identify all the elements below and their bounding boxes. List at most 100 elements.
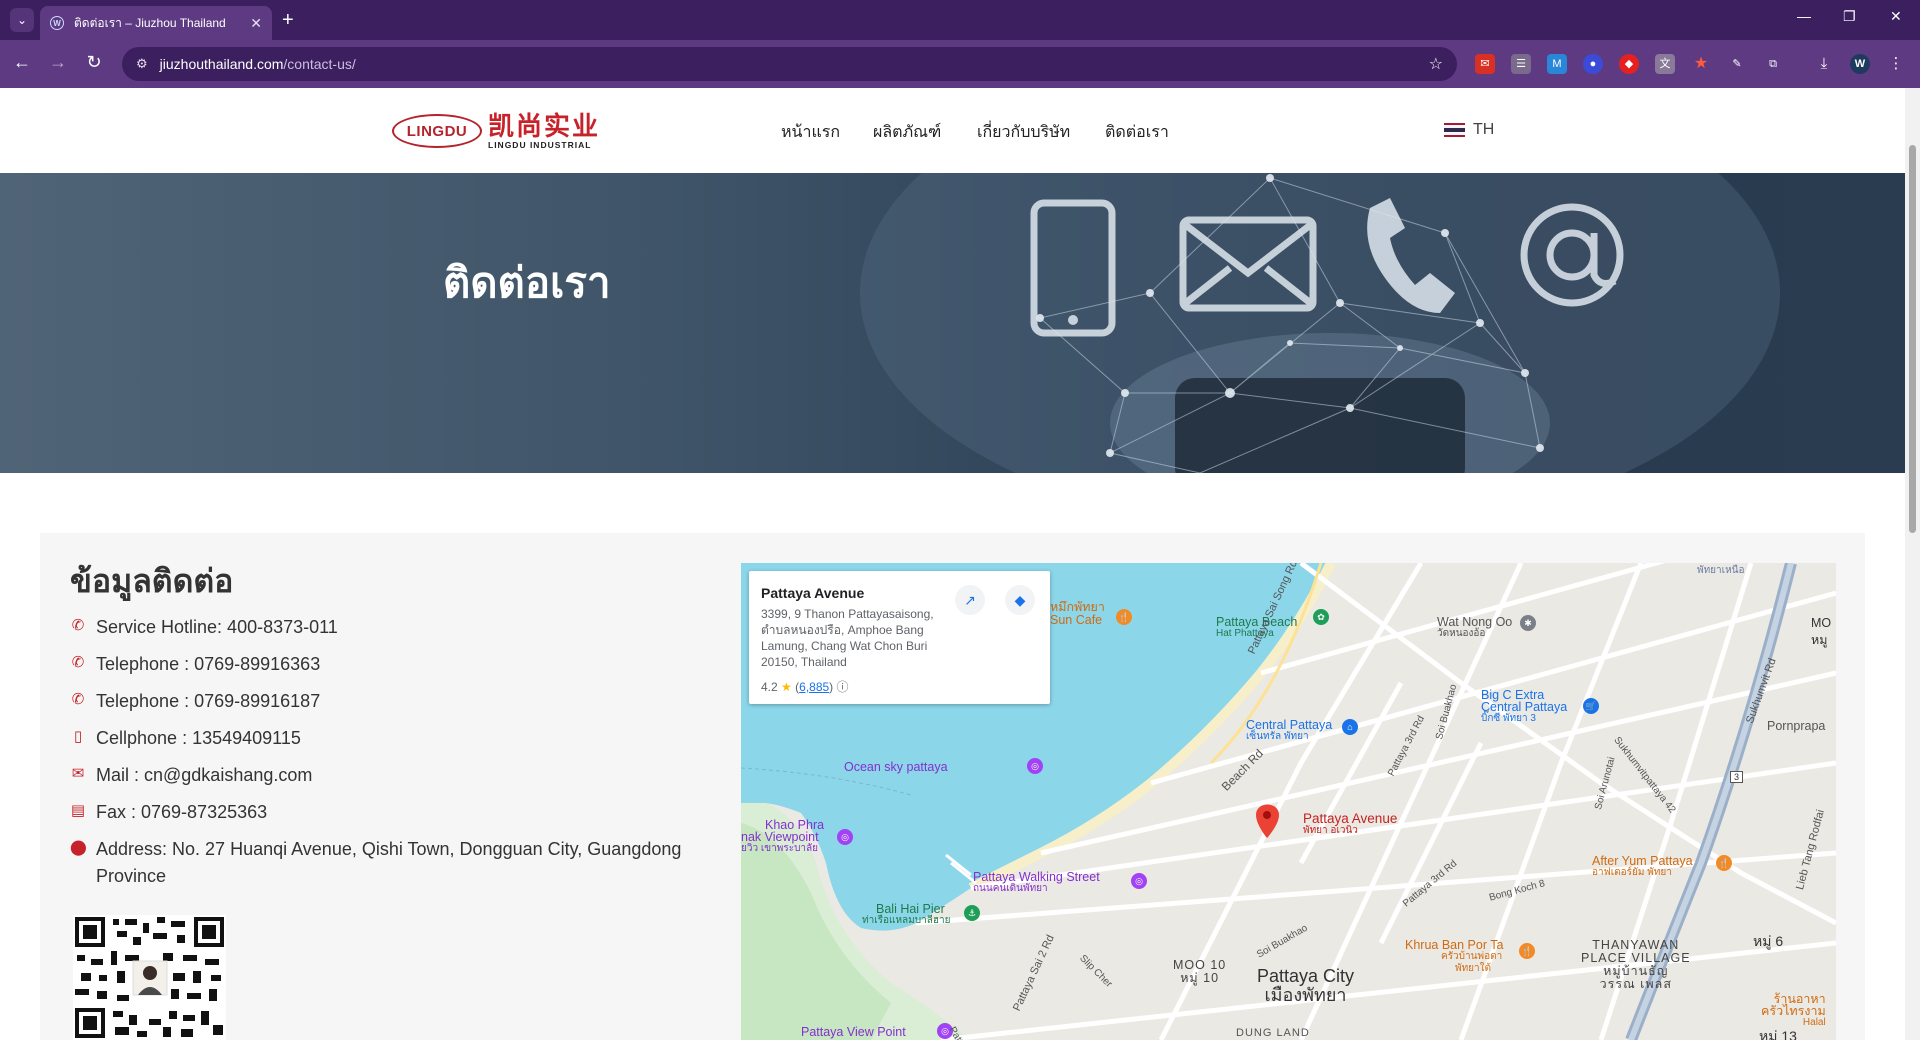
restaurant-poi-icon[interactable]: 🍴	[1116, 609, 1132, 625]
map-label-moo-10: MOO 10 หมู่ 10	[1173, 958, 1227, 985]
new-tab-icon[interactable]: +	[282, 8, 294, 32]
extension-pen-icon[interactable]: ✎	[1727, 54, 1747, 74]
map-label-central-pattaya[interactable]: Central Pattaya เซ็นทรัล พัทยา	[1246, 719, 1332, 743]
page-scrollbar-thumb[interactable]	[1909, 145, 1916, 533]
extension-mail-icon[interactable]: ✉	[1475, 54, 1495, 74]
mobile-icon: ▯	[73, 728, 83, 745]
place-address: 3399, 9 Thanon Pattayasaisong, ตำบลหนองป…	[761, 607, 934, 669]
contact-fax: ▤ Fax : 0769-87325363	[70, 799, 267, 826]
browser-toolbar: ← → ↻ ⚙ jiuzhouthailand.com/contact-us/ …	[0, 40, 1920, 88]
extension-star-icon[interactable]: ★	[1691, 54, 1711, 74]
download-icon[interactable]: ⤓	[1814, 54, 1834, 74]
open-in-maps-icon[interactable]: ↗	[955, 585, 985, 615]
site-logo[interactable]: LINGDU 凯尚实业 LINGDU INDUSTRIAL	[392, 112, 600, 150]
phone-icon: ✆	[71, 691, 85, 708]
restore-icon[interactable]: ❐	[1843, 8, 1856, 25]
attraction-poi-icon[interactable]: ◎	[1027, 758, 1043, 774]
bookmark-star-icon[interactable]: ☆	[1429, 54, 1443, 74]
nav-products[interactable]: ผลิตภัณฑ์	[873, 120, 941, 145]
nav-home[interactable]: หน้าแรก	[781, 120, 840, 145]
shopping-poi-icon[interactable]: 🛒	[1583, 698, 1599, 714]
browser-menu-icon[interactable]: ⋮	[1886, 54, 1906, 74]
fax-icon: ▤	[70, 802, 86, 819]
forward-icon[interactable]: →	[46, 52, 70, 73]
map-label-wat-nong-oo[interactable]: Wat Nong Oo วัดหนองอ้อ	[1437, 616, 1512, 640]
mail-icon: ✉	[71, 765, 85, 782]
close-window-icon[interactable]: ✕	[1890, 8, 1902, 25]
map-label-bali-hai-pier[interactable]: Bali Hai Pier ท่าเรือแหลมบาลีฮาย	[862, 903, 950, 927]
map-label-after-yum[interactable]: After Yum Pattaya อาฟเตอร์ยัม พัทยา	[1592, 855, 1693, 879]
hero-title: ติดต่อเรา	[443, 259, 611, 306]
phone-icon: ✆	[71, 654, 85, 671]
extension-translate-icon[interactable]: 文	[1655, 54, 1675, 74]
site-header	[0, 88, 1920, 173]
directions-icon[interactable]: ◆	[1005, 585, 1035, 615]
reload-icon[interactable]: ↻	[82, 52, 106, 73]
extension-m-icon[interactable]: M	[1547, 54, 1567, 74]
minimize-icon[interactable]: —	[1797, 8, 1811, 24]
contact-mail: ✉ Mail : cn@gdkaishang.com	[70, 762, 313, 789]
map-label-north-pattaya: พัทยาเหนือ	[1697, 565, 1745, 576]
map-label-walking-street[interactable]: Pattaya Walking Street ถนนคนเดินพัทยา	[973, 871, 1100, 895]
logo-mark: LINGDU	[392, 114, 482, 148]
map-label-khao-phra[interactable]: Khao Phra nak Viewpoint ยวิว เขาพระบาลัย	[741, 819, 824, 855]
hero-background-graphic	[860, 173, 1780, 473]
restaurant-poi-icon[interactable]: 🍴	[1519, 943, 1535, 959]
map-label-pornprapa: Pornprapa	[1767, 719, 1826, 733]
logo-chinese-text: 凯尚实业	[488, 111, 601, 141]
restaurant-poi-icon[interactable]: 🍴	[1716, 855, 1732, 871]
beach-poi-icon[interactable]: ✿	[1313, 609, 1329, 625]
google-map[interactable]: 🍴 หมึกพัทยา Sun Cafe ✿ Pattaya Beach Hat P…	[741, 563, 1836, 1040]
browser-tab-active[interactable]: W ติดต่อเรา – Jiuzhou Thailand ✕	[40, 6, 272, 40]
extension-orb-icon[interactable]: ●	[1583, 54, 1603, 74]
hero-banner: ติดต่อเรา	[0, 173, 1905, 473]
profile-avatar[interactable]: W	[1850, 54, 1870, 74]
url-host: jiuzhouthailand.com	[159, 56, 284, 72]
back-icon[interactable]: ←	[10, 52, 34, 73]
map-label-mo: MO หมู	[1811, 616, 1832, 647]
location-pin-icon: ⬤	[70, 839, 87, 856]
map-label-dung-land: DUNG LAND	[1236, 1027, 1310, 1039]
site-info-icon[interactable]: ⚙	[136, 56, 148, 72]
contact-hotline: ✆ Service Hotline: 400-8373-011	[70, 614, 338, 641]
nav-about[interactable]: เกี่ยวกับบริษัท	[977, 120, 1070, 145]
map-label-ocean-sky[interactable]: Ocean sky pattaya	[844, 760, 948, 774]
reviews-link[interactable]: 6,885	[799, 680, 829, 694]
map-label-pattaya-view-point[interactable]: Pattaya View Point	[801, 1025, 906, 1039]
map-label-pattaya-avenue[interactable]: Pattaya Avenue พัทยา อเวนิว	[1303, 812, 1397, 837]
language-switcher[interactable]: TH	[1444, 121, 1494, 139]
mall-poi-icon[interactable]: ⌂	[1342, 719, 1358, 735]
viewpoint-poi-icon[interactable]: ◎	[837, 829, 853, 845]
url-path: /contact-us/	[283, 56, 356, 72]
pier-poi-icon[interactable]: ⚓	[964, 905, 980, 921]
wordpress-icon: W	[50, 16, 64, 30]
nav-contact[interactable]: ติดต่อเรา	[1105, 120, 1169, 145]
contact-cellphone: ▯ Cellphone : 13549409115	[70, 725, 301, 752]
map-label-pattaya-city: Pattaya City เมืองพัทยา	[1257, 966, 1355, 1005]
language-code: TH	[1473, 121, 1495, 138]
map-place-card: Pattaya Avenue 3399, 9 Thanon Pattayasai…	[749, 571, 1050, 704]
wechat-qr-code	[73, 915, 226, 1040]
tab-close-icon[interactable]: ✕	[250, 15, 262, 32]
map-label-big-c[interactable]: Big C Extra Central Pattaya บิ๊กซี พัทยา 3	[1481, 689, 1567, 725]
extension-chat-icon[interactable]: ☰	[1511, 54, 1531, 74]
map-route-3-shield: 3	[1730, 771, 1744, 783]
map-label-halal[interactable]: ร้านอาหา ครัวไทรงาม Halal	[1761, 993, 1826, 1029]
address-bar[interactable]: ⚙ jiuzhouthailand.com/contact-us/ ☆	[122, 47, 1457, 81]
extensions-puzzle-icon[interactable]: ⧉	[1763, 54, 1783, 74]
logo-english-text: LINGDU INDUSTRIAL	[488, 140, 592, 150]
thai-flag-icon	[1444, 123, 1465, 137]
info-icon[interactable]: ⓘ	[837, 680, 849, 694]
map-label-khrua-ban-por-ta[interactable]: Khrua Ban Por Ta ครัวบ้านพ่อตา พัทยาใต้	[1405, 939, 1503, 975]
contact-address: ⬤ Address: No. 27 Huanqi Avenue, Qishi T…	[70, 836, 720, 890]
temple-poi-icon[interactable]: ✱	[1520, 615, 1536, 631]
phone-icon: ✆	[71, 617, 85, 634]
map-label-sun-cafe[interactable]: หมึกพัทยา Sun Cafe	[1050, 601, 1105, 627]
contact-info-title: ข้อมูลติดต่อ	[70, 563, 234, 599]
tab-title: ติดต่อเรา – Jiuzhou Thailand	[74, 15, 226, 30]
walking-street-poi-icon[interactable]: ◎	[1131, 873, 1147, 889]
map-label-moo-6: หมู่ 6	[1753, 933, 1784, 949]
contact-telephone-1: ✆ Telephone : 0769-89916363	[70, 651, 321, 678]
tab-search-icon[interactable]: ⌄	[10, 8, 34, 32]
extension-red-icon[interactable]: ◆	[1619, 54, 1639, 74]
